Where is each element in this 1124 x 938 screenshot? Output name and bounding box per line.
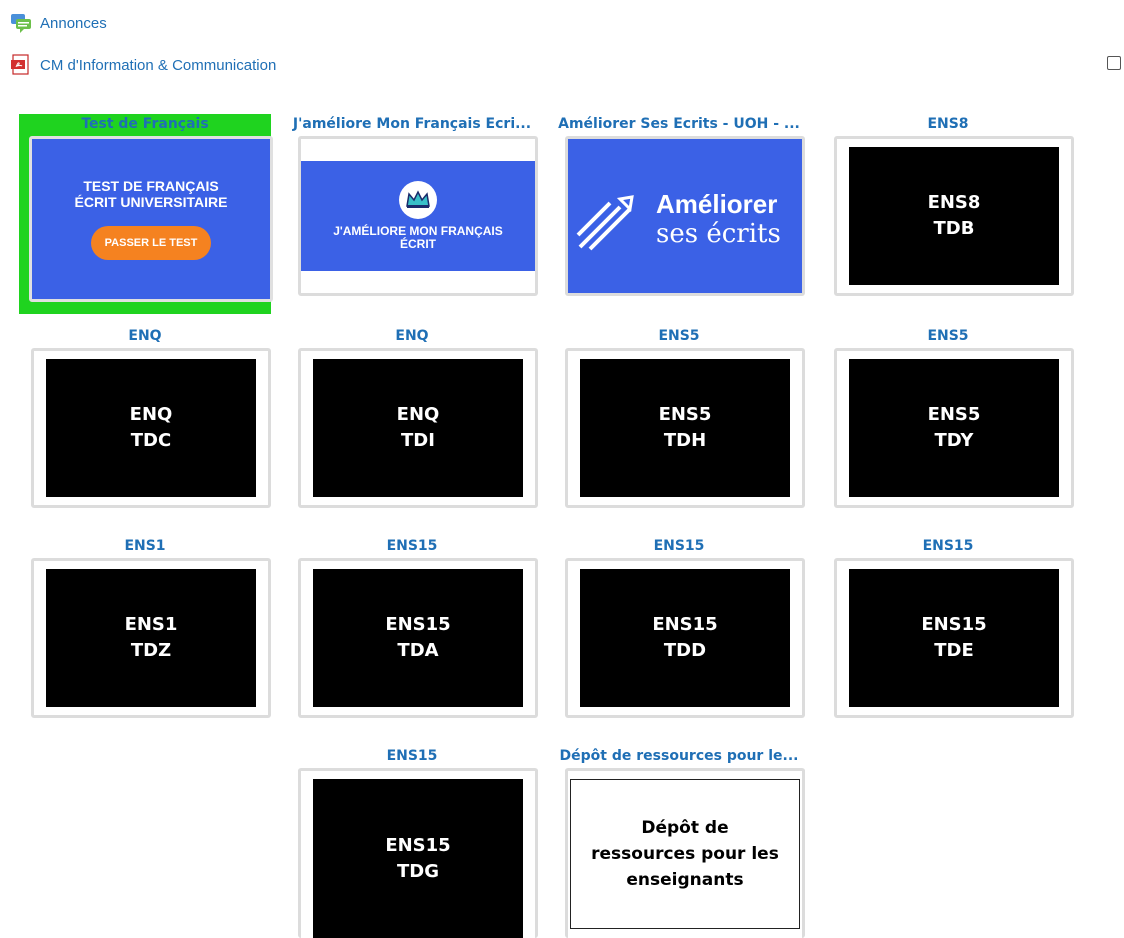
tile-ameliorer-ses-ecrits[interactable]: Améliorer Ses Ecrits - UOH - ... Amélior… bbox=[553, 114, 805, 310]
cm-information-label: CM d'Information & Communication bbox=[40, 56, 277, 74]
tile-title[interactable]: ENQ bbox=[19, 326, 271, 346]
tile-image[interactable]: ENS15 TDA bbox=[298, 558, 538, 718]
completion-checkbox[interactable] bbox=[1107, 56, 1121, 70]
tile-depot-ressources[interactable]: Dépôt de ressources pour le... Dépôt de … bbox=[553, 746, 805, 938]
tile-title[interactable]: ENS15 bbox=[286, 536, 538, 556]
forum-icon bbox=[10, 12, 32, 34]
card-line-1: ENQ bbox=[396, 404, 440, 425]
tile-title[interactable]: ENS8 bbox=[822, 114, 1074, 134]
black-card: ENS15 TDE bbox=[849, 569, 1059, 707]
black-card: ENQ TDI bbox=[313, 359, 523, 497]
card-line-1: TEST DE FRANÇAIS bbox=[83, 178, 219, 194]
card-line-2: TDE bbox=[934, 640, 974, 661]
card-line-2: TDD bbox=[663, 640, 707, 661]
tile-image[interactable]: Dépôt de ressources pour les enseignants bbox=[565, 768, 805, 938]
black-card: ENS15 TDD bbox=[580, 569, 790, 707]
tile-enq-tdc[interactable]: ENQ ENQ TDC bbox=[19, 326, 271, 522]
tile-image[interactable]: ENQ TDI bbox=[298, 348, 538, 508]
tile-image[interactable]: ENS5 TDY bbox=[834, 348, 1074, 508]
tile-ens5-tdh[interactable]: ENS5 ENS5 TDH bbox=[553, 326, 805, 522]
black-card: ENS1 TDZ bbox=[46, 569, 256, 707]
tile-image[interactable]: ENS8 TDB bbox=[834, 136, 1074, 296]
card-line-2: TDY bbox=[934, 430, 974, 451]
tile-title[interactable]: ENQ bbox=[286, 326, 538, 346]
black-card: ENS15 TDA bbox=[313, 569, 523, 707]
card-line-1: ENQ bbox=[129, 404, 173, 425]
black-card: ENQ TDC bbox=[46, 359, 256, 497]
card-line-1: ENS5 bbox=[658, 404, 712, 425]
tile-image[interactable]: ENS1 TDZ bbox=[31, 558, 271, 718]
tile-image[interactable]: ENQ TDC bbox=[31, 348, 271, 508]
card-line-2: ses écrits bbox=[656, 219, 781, 249]
pencil-icon bbox=[576, 195, 634, 251]
tile-title[interactable]: ENS5 bbox=[822, 326, 1074, 346]
tile-title[interactable]: Test de Français bbox=[19, 114, 271, 134]
ameliorer-card: Améliorer ses écrits bbox=[568, 139, 802, 293]
cm-information-link[interactable]: CM d'Information & Communication bbox=[10, 54, 276, 76]
tile-image[interactable]: ENS15 TDG bbox=[298, 768, 538, 938]
card-line-3: enseignants bbox=[626, 870, 744, 890]
card-line-2: ÉCRIT bbox=[400, 237, 436, 251]
tile-title[interactable]: J'améliore Mon Français Ecri... bbox=[286, 114, 538, 134]
card-line-1: ENS5 bbox=[927, 404, 981, 425]
card-line-1: Améliorer bbox=[656, 189, 778, 219]
annonces-label: Annonces bbox=[40, 14, 107, 32]
tile-ens15-tde[interactable]: ENS15 ENS15 TDE bbox=[822, 536, 1074, 732]
tile-title[interactable]: Dépôt de ressources pour le... bbox=[553, 746, 805, 766]
tile-title[interactable]: ENS15 bbox=[553, 536, 805, 556]
card-line-1: ENS15 bbox=[385, 834, 451, 856]
annonces-link[interactable]: Annonces bbox=[10, 12, 107, 34]
tile-title[interactable]: Améliorer Ses Ecrits - UOH - ... bbox=[553, 114, 805, 134]
black-card: ENS5 TDH bbox=[580, 359, 790, 497]
tile-image[interactable]: ENS15 TDD bbox=[565, 558, 805, 718]
card-line-2: TDI bbox=[401, 430, 435, 451]
tile-ens8[interactable]: ENS8 ENS8 TDB bbox=[822, 114, 1074, 310]
tile-enq-tdi[interactable]: ENQ ENQ TDI bbox=[286, 326, 538, 522]
tile-title[interactable]: ENS15 bbox=[822, 536, 1074, 556]
pdf-icon bbox=[10, 54, 32, 76]
card-line-1: Dépôt de bbox=[641, 818, 729, 838]
tile-image[interactable]: ENS5 TDH bbox=[565, 348, 805, 508]
tile-ens15-tda[interactable]: ENS15 ENS15 TDA bbox=[286, 536, 538, 732]
card-line-1: ENS15 bbox=[385, 614, 451, 635]
crown-icon bbox=[399, 181, 437, 219]
card-line-1: ENS15 bbox=[652, 614, 718, 635]
tile-jameliore[interactable]: J'améliore Mon Français Ecri... J'AMÉLIO… bbox=[286, 114, 538, 310]
card-line-2: TDB bbox=[933, 218, 975, 239]
card-line-2: TDA bbox=[397, 640, 439, 661]
tile-image[interactable]: TEST DE FRANÇAIS ÉCRIT UNIVERSITAIRE PAS… bbox=[29, 136, 273, 302]
card-line-1: ENS15 bbox=[921, 614, 987, 635]
card-line-2: ressources pour les bbox=[591, 844, 779, 864]
card-line-2: TDC bbox=[130, 430, 172, 451]
tile-title[interactable]: ENS15 bbox=[286, 746, 538, 766]
card-line-2: TDZ bbox=[130, 640, 172, 661]
depot-card: Dépôt de ressources pour les enseignants bbox=[570, 779, 800, 929]
tile-title[interactable]: ENS5 bbox=[553, 326, 805, 346]
card-line-2: TDG bbox=[397, 860, 439, 882]
tile-image[interactable]: ENS15 TDE bbox=[834, 558, 1074, 718]
tile-test-de-francais[interactable]: Test de Français TEST DE FRANÇAIS ÉCRIT … bbox=[19, 114, 273, 314]
black-card: ENS8 TDB bbox=[849, 147, 1059, 285]
tile-image[interactable]: J'AMÉLIORE MON FRANÇAIS ÉCRIT bbox=[298, 136, 538, 296]
tile-image[interactable]: Améliorer ses écrits bbox=[565, 136, 805, 296]
tile-ens1-tdz[interactable]: ENS1 ENS1 TDZ bbox=[19, 536, 271, 732]
passer-le-test-badge: PASSER LE TEST bbox=[90, 226, 212, 260]
card-line-1: ENS8 bbox=[927, 192, 981, 213]
black-card: ENS5 TDY bbox=[849, 359, 1059, 497]
test-francais-card: TEST DE FRANÇAIS ÉCRIT UNIVERSITAIRE PAS… bbox=[32, 139, 270, 299]
tile-ens15-tdd[interactable]: ENS15 ENS15 TDD bbox=[553, 536, 805, 732]
card-line-2: ÉCRIT UNIVERSITAIRE bbox=[74, 194, 228, 210]
jameliore-card: J'AMÉLIORE MON FRANÇAIS ÉCRIT bbox=[301, 161, 535, 271]
black-card: ENS15 TDG bbox=[313, 779, 523, 938]
tile-ens15-tdg[interactable]: ENS15 ENS15 TDG bbox=[286, 746, 538, 938]
card-line-1: ENS1 bbox=[124, 614, 178, 635]
tile-ens5-tdy[interactable]: ENS5 ENS5 TDY bbox=[822, 326, 1074, 522]
card-line-2: TDH bbox=[663, 430, 707, 451]
tile-title[interactable]: ENS1 bbox=[19, 536, 271, 556]
